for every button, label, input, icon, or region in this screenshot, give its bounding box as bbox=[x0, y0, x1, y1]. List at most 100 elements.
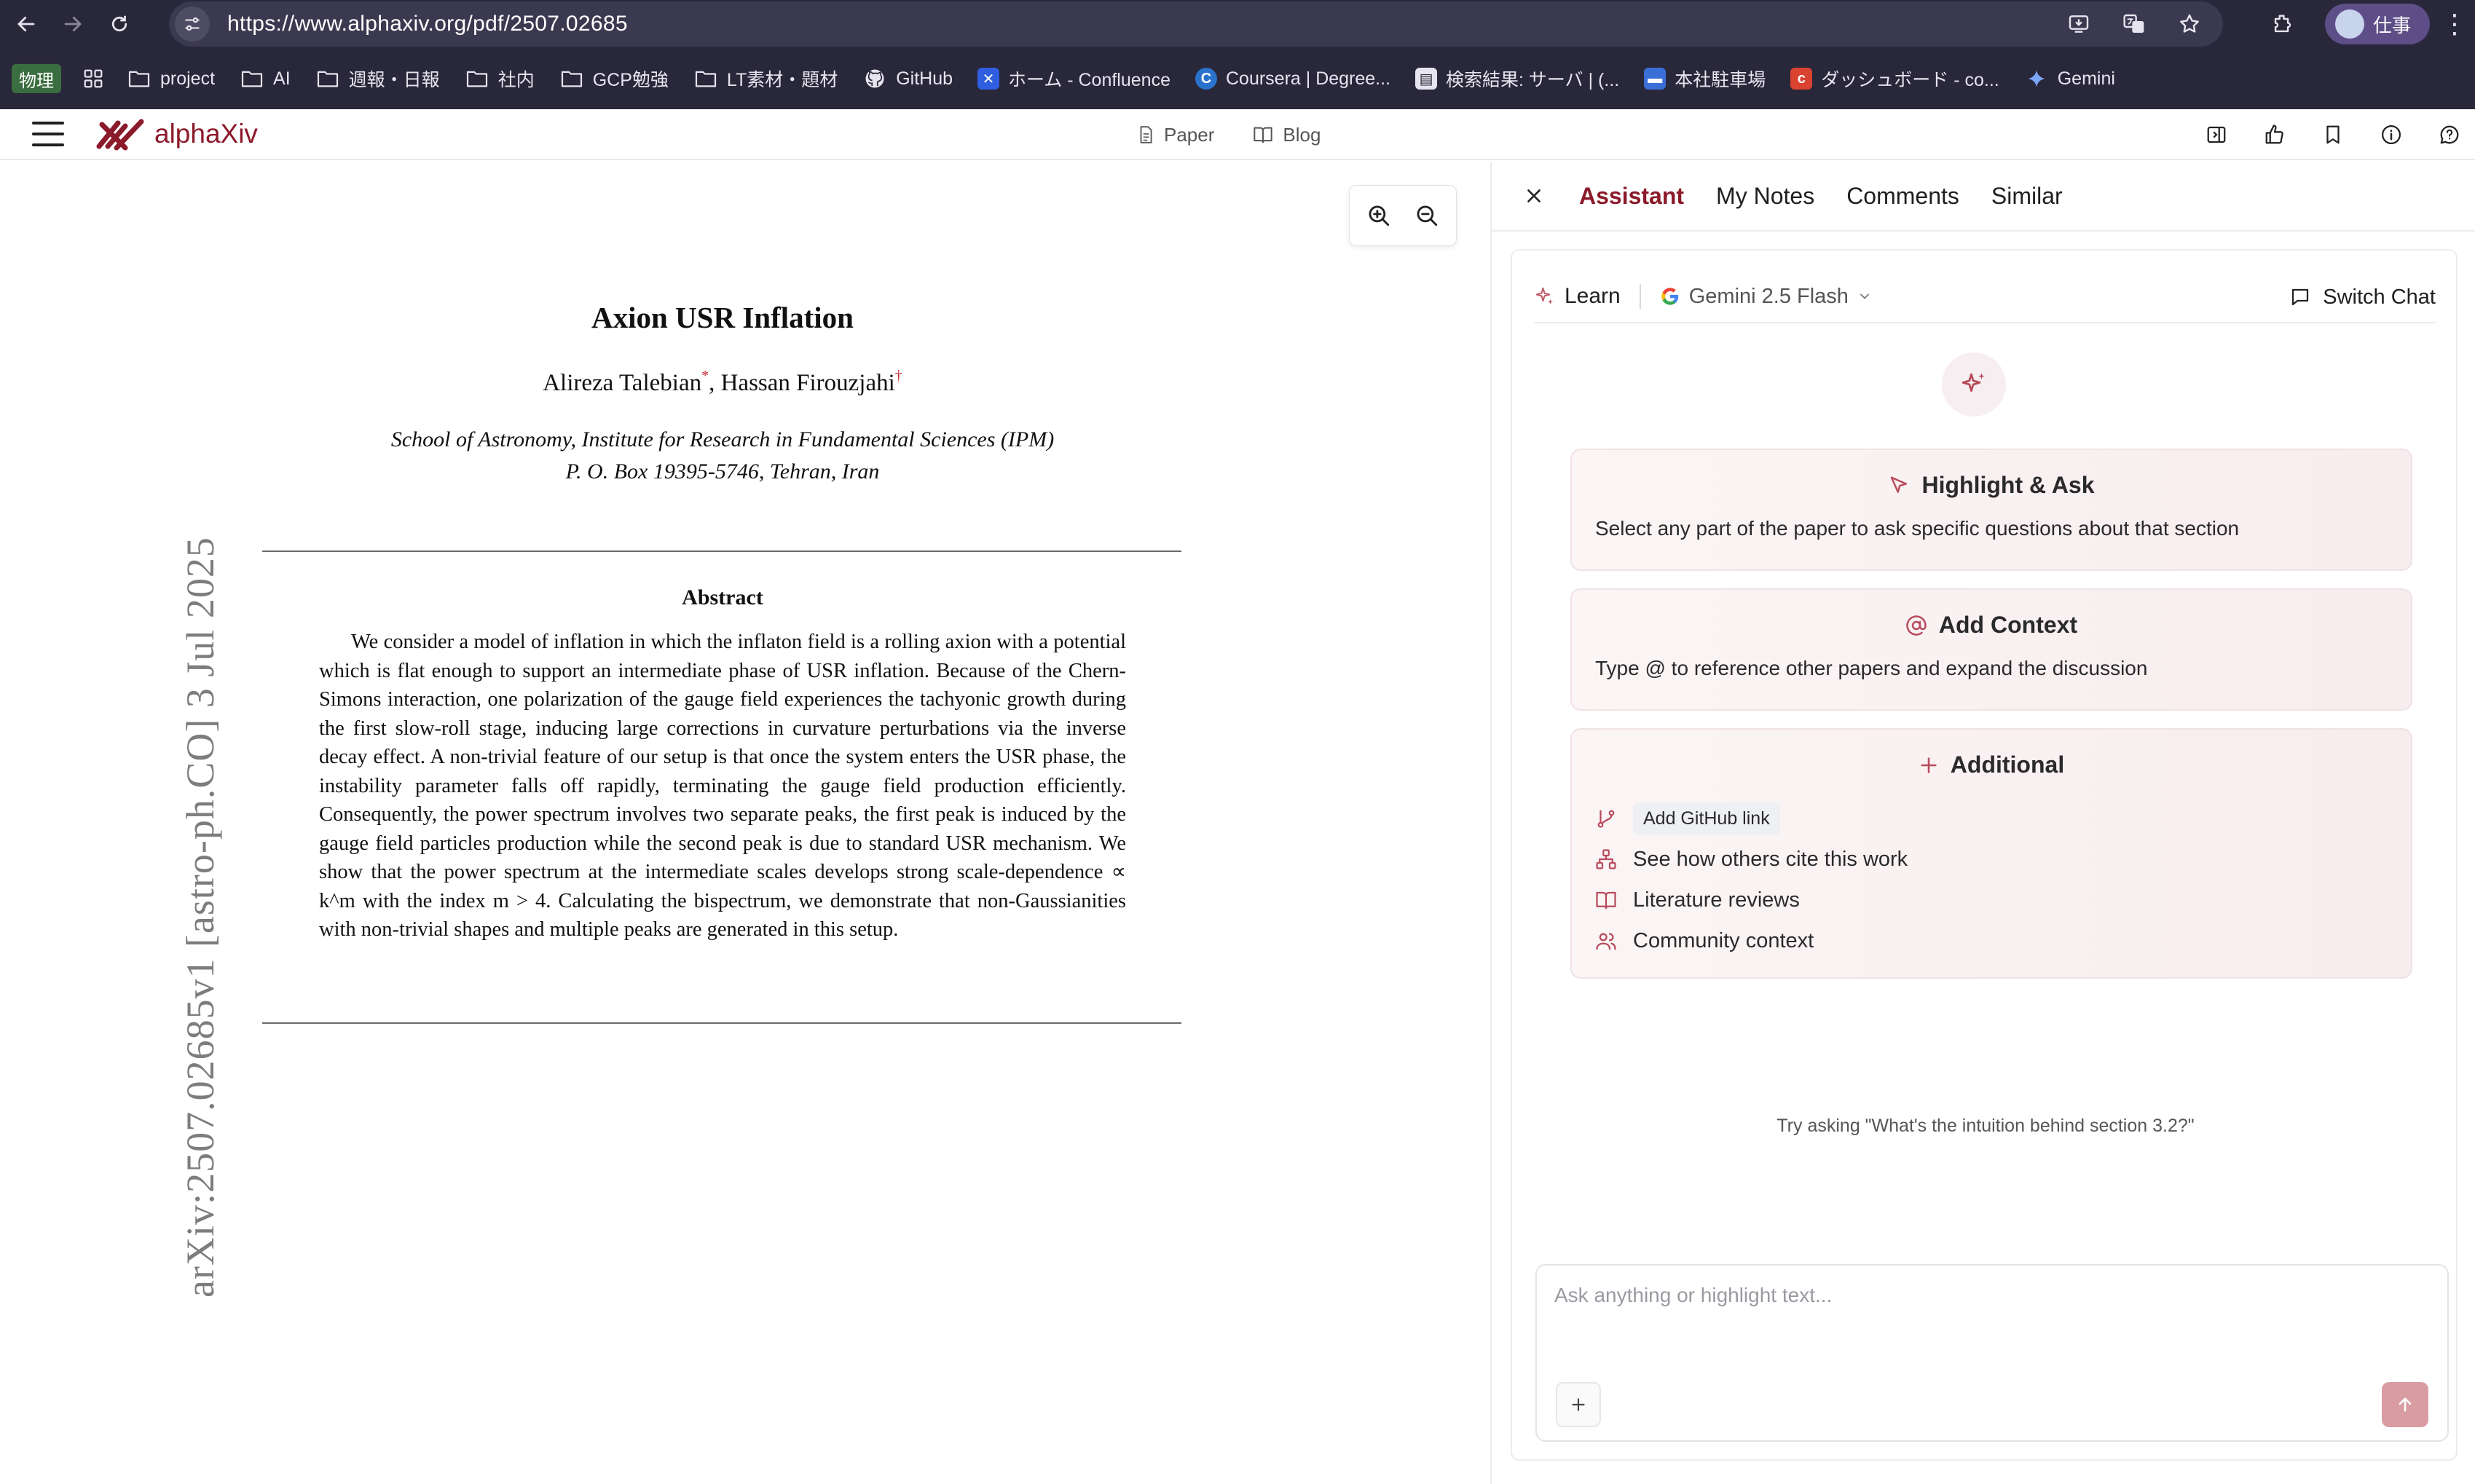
bookmark-gemini[interactable]: Gemini bbox=[2024, 68, 2115, 90]
site-info-icon[interactable] bbox=[175, 7, 210, 42]
chat-input[interactable] bbox=[1554, 1277, 2356, 1314]
logo[interactable]: alphaXiv bbox=[96, 117, 258, 151]
install-app-icon[interactable] bbox=[2060, 5, 2098, 43]
address-bar[interactable]: https://www.alphaxiv.org/pdf/2507.02685 bbox=[169, 1, 2223, 47]
coursera-icon: C bbox=[1195, 68, 1217, 90]
browser-menu-icon[interactable]: ⋮ bbox=[2440, 9, 2469, 39]
confluence-icon: ✕ bbox=[977, 68, 1000, 90]
bookmark-label: Gemini bbox=[2057, 68, 2115, 89]
bookmark-dashboard[interactable]: c ダッシュボード - co... bbox=[1790, 66, 1999, 92]
assistant-panel: Assistant My Notes Comments Similar Lear… bbox=[1490, 162, 2475, 1484]
card-description: Type @ to reference other papers and exp… bbox=[1595, 657, 2148, 679]
bookmark-label: GitHub bbox=[896, 68, 953, 89]
book-open-icon bbox=[1596, 891, 1616, 909]
author-name: Alireza Talebian bbox=[543, 370, 702, 396]
info-icon[interactable] bbox=[2373, 117, 2409, 153]
paper-authors: Alireza Talebian*, Hassan Firouzjahi† bbox=[543, 368, 902, 396]
add-github-link-button[interactable]: Add GitHub link bbox=[1633, 802, 1780, 835]
bookmark-coursera[interactable]: C Coursera | Degree... bbox=[1195, 68, 1390, 90]
users-icon bbox=[1596, 933, 1616, 950]
bookmark-star-icon[interactable] bbox=[2171, 5, 2208, 43]
author-name: Hassan Firouzjahi bbox=[720, 370, 895, 396]
bookmark-gcp[interactable]: GCP勉強 bbox=[559, 66, 669, 92]
community-context-row[interactable]: Community context bbox=[1595, 920, 1908, 961]
attach-button[interactable] bbox=[1556, 1382, 1601, 1427]
c-icon: c bbox=[1790, 68, 1813, 90]
back-button[interactable] bbox=[6, 4, 47, 44]
pdf-viewer[interactable]: Axion USR Inflation Alireza Talebian*, H… bbox=[0, 162, 1490, 1484]
google-icon bbox=[1661, 288, 1678, 305]
bookmark-ai[interactable]: AI bbox=[240, 68, 291, 90]
bookmark-physics[interactable]: 物理 bbox=[12, 64, 61, 93]
url-text[interactable]: https://www.alphaxiv.org/pdf/2507.02685 bbox=[227, 12, 628, 36]
translate-icon[interactable] bbox=[2115, 5, 2153, 43]
tab-comments[interactable]: Comments bbox=[1846, 177, 1959, 216]
logo-text: alphaXiv bbox=[154, 119, 258, 149]
learn-mode-button[interactable]: Learn bbox=[1534, 284, 1621, 309]
literature-reviews-label: Literature reviews bbox=[1633, 888, 1800, 912]
alphaxiv-logo-icon bbox=[96, 119, 144, 151]
bookmark-weekly-report[interactable]: 週報・日報 bbox=[315, 66, 440, 92]
add-context-card[interactable]: Add Context Type @ to reference other pa… bbox=[1570, 588, 2412, 711]
gemini-icon bbox=[2024, 68, 2049, 90]
like-icon[interactable] bbox=[2256, 117, 2293, 153]
forward-button[interactable] bbox=[52, 4, 93, 44]
header-actions bbox=[2198, 109, 2468, 160]
sparkle-icon bbox=[1535, 287, 1554, 305]
bookmark-internal[interactable]: 社内 bbox=[465, 66, 535, 92]
folder-icon bbox=[315, 68, 340, 90]
card-title: Additional bbox=[1950, 751, 2065, 778]
tab-assistant[interactable]: Assistant bbox=[1579, 177, 1684, 216]
bookmark-label: 検索結果: サーバ | (... bbox=[1446, 70, 1620, 90]
bookmark-confluence[interactable]: ✕ ホーム - Confluence bbox=[977, 66, 1170, 92]
profile-label: 仕事 bbox=[2372, 14, 2411, 36]
additional-card: Additional Add GitHub link See how other… bbox=[1570, 728, 2412, 979]
cite-row[interactable]: See how others cite this work bbox=[1595, 839, 1908, 880]
author-footnote-mark[interactable]: † bbox=[895, 368, 902, 384]
toggle-panel-icon[interactable] bbox=[2198, 117, 2235, 153]
tab-similar[interactable]: Similar bbox=[1991, 177, 2063, 216]
affiliation-line: School of Astronomy, Institute for Resea… bbox=[390, 427, 1055, 451]
bookmark-github[interactable]: GitHub bbox=[862, 68, 953, 90]
app-header: alphaXiv Paper Blog bbox=[0, 109, 2475, 160]
add-github-row[interactable]: Add GitHub link bbox=[1595, 798, 1908, 839]
switch-chat-label: Switch Chat bbox=[2323, 285, 2436, 309]
model-selector[interactable]: Gemini 2.5 Flash bbox=[1660, 285, 1872, 309]
help-chat-icon[interactable] bbox=[2431, 117, 2468, 153]
plus-icon bbox=[1572, 1398, 1585, 1411]
zoom-in-icon[interactable] bbox=[1363, 200, 1395, 232]
switch-chat-button[interactable]: Switch Chat bbox=[2289, 271, 2436, 323]
reload-button[interactable] bbox=[99, 4, 140, 44]
bookmark-label: AI bbox=[273, 68, 291, 89]
profile-button[interactable]: 仕事 bbox=[2324, 4, 2430, 44]
book-open-icon bbox=[1254, 127, 1273, 143]
send-button[interactable] bbox=[2382, 1382, 2428, 1427]
bookmark-parking[interactable]: ▬ 本社駐車場 bbox=[1644, 66, 1766, 92]
bookmark-search-result[interactable]: ▤ 検索結果: サーバ | (... bbox=[1415, 66, 1619, 92]
blog-nav-link[interactable]: Blog bbox=[1252, 124, 1321, 146]
chevron-down-icon bbox=[1860, 293, 1869, 299]
apps-grid-icon[interactable] bbox=[79, 64, 108, 93]
extensions-icon[interactable] bbox=[2261, 2, 2305, 46]
literature-reviews-row[interactable]: Literature reviews bbox=[1595, 880, 1908, 920]
arrow-up-icon bbox=[2399, 1397, 2412, 1412]
divider bbox=[1639, 284, 1641, 309]
author-footnote-mark[interactable]: * bbox=[701, 368, 709, 384]
bookmark-label: project bbox=[160, 68, 216, 89]
bookmark-lt-materials[interactable]: LT素材・題材 bbox=[693, 66, 838, 92]
bookmark-project[interactable]: project bbox=[127, 68, 215, 90]
menu-icon[interactable] bbox=[32, 122, 64, 146]
cursor-icon bbox=[1891, 476, 1908, 493]
zoom-out-icon[interactable] bbox=[1411, 200, 1443, 232]
close-panel-icon[interactable] bbox=[1519, 181, 1549, 210]
folder-icon bbox=[127, 68, 152, 90]
card-title: Add Context bbox=[1938, 612, 2078, 638]
bookmark-label: ダッシュボード - co... bbox=[1821, 70, 1999, 90]
highlight-ask-card[interactable]: Highlight & Ask Select any part of the p… bbox=[1570, 449, 2412, 571]
reload-icon bbox=[111, 15, 127, 32]
tab-my-notes[interactable]: My Notes bbox=[1716, 177, 1814, 216]
bookmark-label: 本社駐車場 bbox=[1675, 70, 1766, 90]
bookmark-icon[interactable] bbox=[2315, 117, 2351, 153]
bookmark-label: 社内 bbox=[497, 70, 535, 90]
paper-nav-link[interactable]: Paper bbox=[1136, 124, 1214, 146]
